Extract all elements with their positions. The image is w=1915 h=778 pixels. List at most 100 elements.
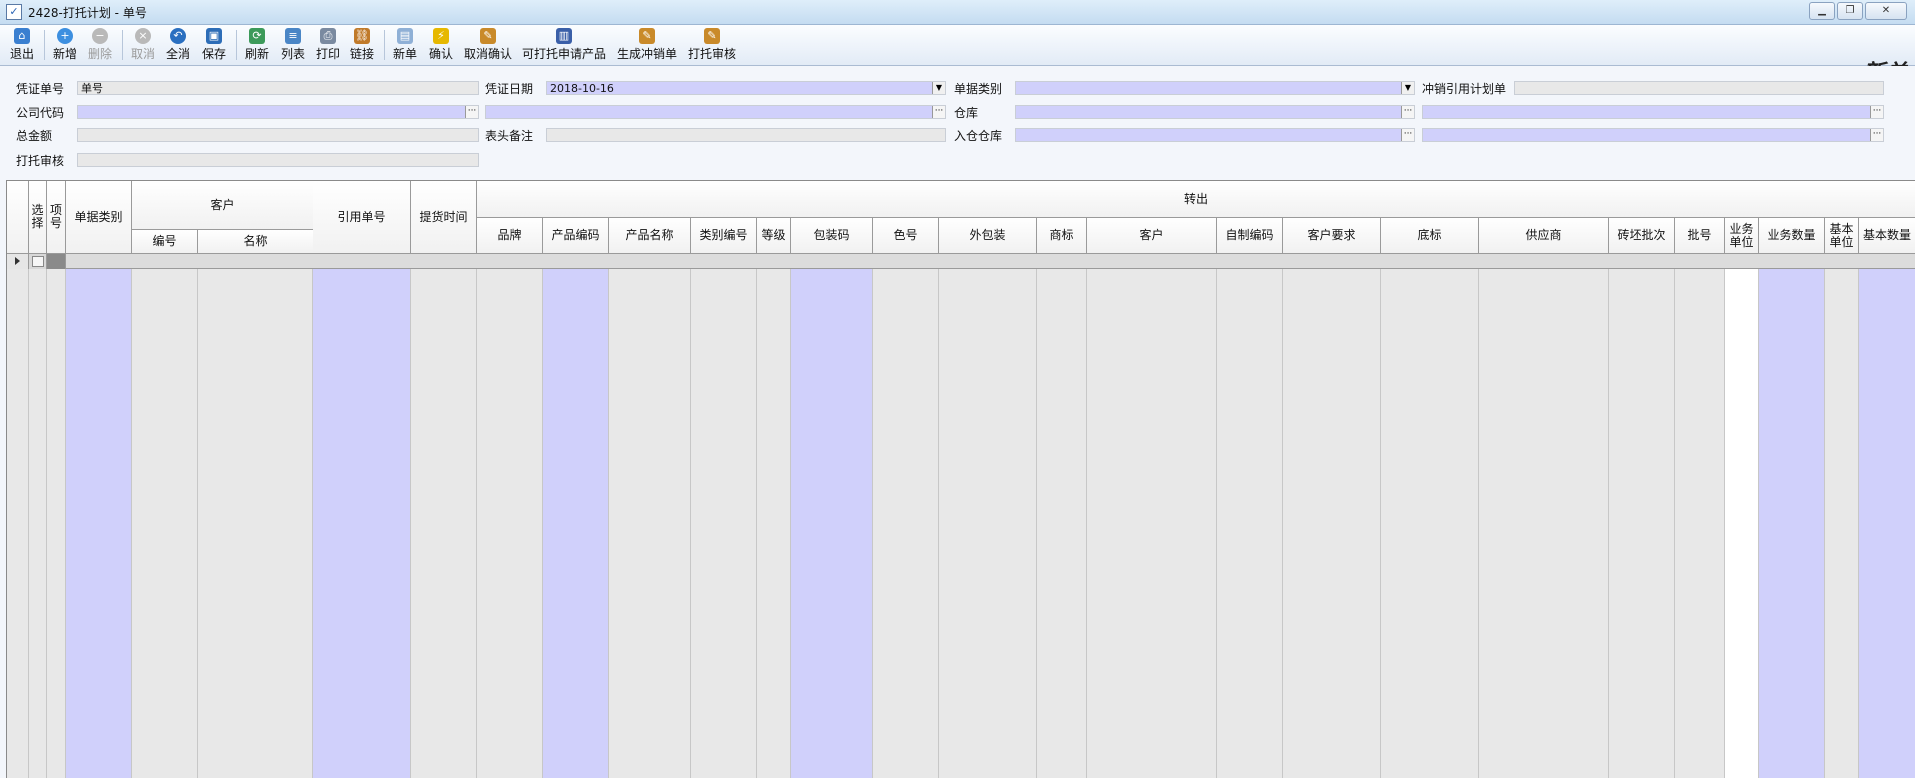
ellipsis-icon[interactable]: ··· [1870,129,1883,141]
grid-column [1759,269,1825,778]
close-button[interactable]: ✕ [1865,2,1907,20]
grid-column [132,269,198,778]
column-header-item-no[interactable]: 项号 [47,181,66,254]
grid-column [1479,269,1609,778]
column-header-category-code[interactable]: 类别编号 [691,218,757,254]
dropdown-arrow-icon[interactable]: ▼ [1401,82,1414,94]
column-header-grade[interactable]: 等级 [757,218,791,254]
cancel-all-button[interactable]: ↶ 全消 [166,28,190,62]
window-controls: ▁ ❐ ✕ [1809,2,1907,20]
grid-column [411,269,477,778]
column-header-product-code[interactable]: 产品编码 [543,218,609,254]
column-header-base-unit[interactable]: 基本单位 [1825,218,1859,254]
link-button[interactable]: ⛓ 链接 [350,28,374,62]
column-header-doc-type[interactable]: 单据类别 [66,181,132,254]
palletizable-products-button[interactable]: ▥ 可打托申请产品 [522,28,606,62]
grid-column [29,269,47,778]
grid-column [313,269,411,778]
column-header-cust-req[interactable]: 客户要求 [1283,218,1381,254]
column-header-base-mark[interactable]: 底标 [1381,218,1479,254]
voucher-no-label: 凭证单号 [16,82,65,96]
select-checkbox[interactable] [32,256,44,267]
column-header-base-qty[interactable]: 基本数量 [1859,218,1915,254]
column-header-select[interactable]: 选择 [29,181,47,254]
column-header-supplier[interactable]: 供应商 [1479,218,1609,254]
grid-column [1381,269,1479,778]
item-no-cell[interactable] [47,254,66,269]
in-warehouse-code-field[interactable]: ··· [1015,128,1415,142]
row-pointer-icon [15,257,20,265]
grid-column [1217,269,1283,778]
new-doc-button[interactable]: ▤ 新单 [393,28,417,62]
save-button[interactable]: ▣ 保存 [202,28,226,62]
column-header-brand[interactable]: 品牌 [477,218,543,254]
print-button[interactable]: ⎙ 打印 [316,28,340,62]
in-warehouse-name-field[interactable]: ··· [1422,128,1884,142]
total-amount-field[interactable] [77,128,479,142]
column-header-batch-no[interactable]: 批号 [1675,218,1725,254]
generate-offset-button[interactable]: ✎ 生成冲销单 [617,28,677,62]
company-name-field[interactable]: ··· [485,105,946,119]
column-header-pickup-time[interactable]: 提货时间 [411,181,477,254]
column-header-outer-pack[interactable]: 外包装 [939,218,1037,254]
column-header-cust-code[interactable]: 编号 [132,230,198,254]
header-remark-field[interactable] [546,128,946,142]
column-header-product-name[interactable]: 产品名称 [609,218,691,254]
warehouse-code-field[interactable]: ··· [1015,105,1415,119]
row-indicator[interactable] [7,254,29,269]
warehouse-name-field[interactable]: ··· [1422,105,1884,119]
minimize-button[interactable]: ▁ [1809,2,1835,20]
column-header-trademark[interactable]: 商标 [1037,218,1087,254]
pallet-audit-button[interactable]: ✎ 打托审核 [688,28,736,62]
offset-ref-field[interactable] [1514,81,1884,95]
pallet-audit-field[interactable] [77,153,479,167]
toolbar-separator [44,30,45,60]
grid-column [691,269,757,778]
ellipsis-icon[interactable]: ··· [932,106,945,118]
add-button[interactable]: + 新增 [53,28,77,62]
detail-grid[interactable]: 选择 项号 单据类别 客户 编号 名称 引用单号 提货时间 转出 品牌 产品编码… [6,180,1915,778]
voucher-date-field[interactable]: 2018-10-16 ▼ [546,81,946,95]
grid-column [1037,269,1087,778]
refresh-button[interactable]: ⟳ 刷新 [245,28,269,62]
restore-button[interactable]: ❐ [1837,2,1863,20]
delete-button[interactable]: − 删除 [88,28,112,62]
list-button[interactable]: ≡ 列表 [281,28,305,62]
ellipsis-icon[interactable]: ··· [1401,106,1414,118]
toolbar-separator [384,30,385,60]
column-header-biz-unit[interactable]: 业务单位 [1725,218,1759,254]
select-checkbox-cell[interactable] [29,254,47,269]
row-indicator-header [7,181,29,254]
ellipsis-icon[interactable]: ··· [465,106,478,118]
column-header-package-code[interactable]: 包装码 [791,218,873,254]
doc-type-select[interactable]: ▼ [1015,81,1415,95]
cancel-circle-icon: × [135,28,151,44]
column-header-self-code[interactable]: 自制编码 [1217,218,1283,254]
column-header-customer[interactable]: 客户 [1087,218,1217,254]
voucher-no-field[interactable]: 单号 [77,81,479,95]
column-header-brick-batch[interactable]: 砖坯批次 [1609,218,1675,254]
table-row[interactable] [7,254,1915,269]
floppy-icon: ▣ [206,28,222,44]
grid-column [791,269,873,778]
company-code-field[interactable]: ··· [77,105,479,119]
toolbar-separator [236,30,237,60]
column-header-biz-qty[interactable]: 业务数量 [1759,218,1825,254]
doc-type-label: 单据类别 [954,82,1003,96]
cancel-button[interactable]: × 取消 [131,28,155,62]
dropdown-arrow-icon[interactable]: ▼ [932,82,945,94]
confirm-button[interactable]: ⚡ 确认 [429,28,453,62]
grid-column [543,269,609,778]
cancel-confirm-button[interactable]: ✎ 取消确认 [464,28,512,62]
checkmark-doc-icon: ✓ [6,4,22,20]
grid-column [873,269,939,778]
grid-column [1825,269,1859,778]
book-icon: ▥ [556,28,572,44]
column-header-ref-no[interactable]: 引用单号 [313,181,411,254]
column-header-cust-name[interactable]: 名称 [198,230,314,254]
ellipsis-icon[interactable]: ··· [1870,106,1883,118]
column-header-color-no[interactable]: 色号 [873,218,939,254]
exit-button[interactable]: ⌂ 退出 [10,28,34,62]
grid-column [939,269,1037,778]
ellipsis-icon[interactable]: ··· [1401,129,1414,141]
